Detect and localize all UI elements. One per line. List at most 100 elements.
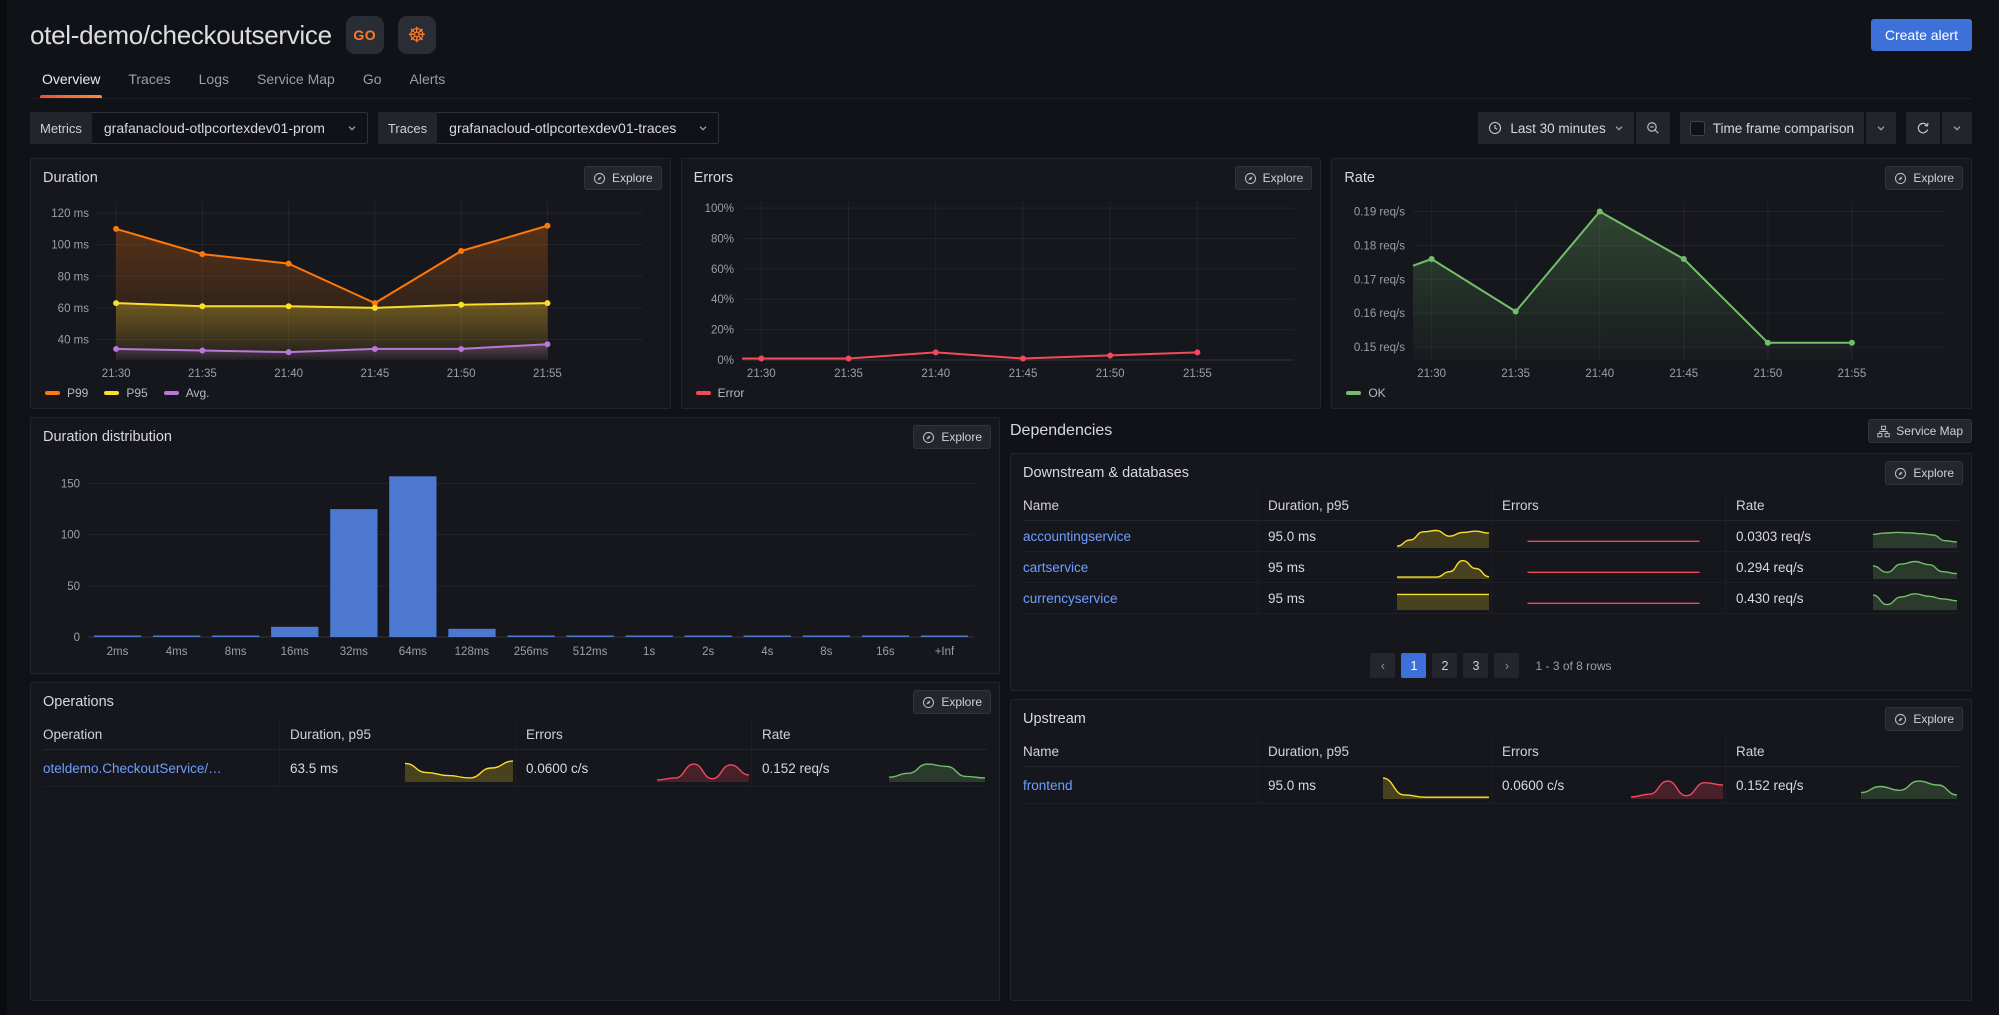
comparison-checkbox[interactable] [1689, 120, 1705, 136]
explore-button[interactable]: Explore [1885, 461, 1963, 485]
explore-button[interactable]: Explore [1885, 707, 1963, 731]
prev-page-button[interactable]: ‹ [1370, 653, 1396, 678]
duration-sparkline [1397, 593, 1489, 610]
page-3-button[interactable]: 3 [1463, 653, 1489, 678]
operation-link[interactable]: oteldemo.CheckoutService/… [43, 761, 222, 776]
svg-text:21:55: 21:55 [1183, 368, 1212, 380]
traces-label: Traces [377, 112, 438, 144]
section-title: Dependencies [1010, 422, 1113, 439]
errors-panel: Errors Explore 21:30 21:35 21:40 21:45 21:50… [680, 158, 1322, 409]
svg-text:40%: 40% [711, 294, 734, 306]
next-page-button[interactable]: › [1494, 653, 1520, 678]
column-header: Errors [1491, 737, 1725, 767]
table-row: oteldemo.CheckoutService/… [43, 750, 279, 787]
explore-button[interactable]: Explore [1885, 166, 1963, 190]
duration-value: 95 ms [1268, 590, 1305, 606]
tab-go[interactable]: Go [351, 62, 394, 98]
svg-text:21:30: 21:30 [747, 368, 776, 380]
time-range-picker[interactable]: Last 30 minutes [1478, 112, 1634, 144]
column-header: Name [1023, 491, 1257, 521]
rate-chart: 21:30 21:35 21:40 21:45 21:50 21:55 0.15 req/s… [1354, 202, 1945, 380]
service-link[interactable]: frontend [1023, 778, 1073, 793]
duration-value: 95 ms [1268, 559, 1305, 575]
zoom-out-button[interactable] [1635, 112, 1670, 144]
tab-logs[interactable]: Logs [187, 62, 241, 98]
svg-text:21:40: 21:40 [1585, 368, 1614, 380]
explore-button[interactable]: Explore [913, 425, 991, 449]
column-header: Operation [43, 720, 279, 750]
rate-sparkline [1872, 531, 1958, 548]
downstream-panel: Downstream & databases Explore Name Dura… [1010, 453, 1972, 691]
svg-text:0.16 req/s: 0.16 req/s [1354, 308, 1405, 320]
errors-value: 0.0600 c/s [1502, 777, 1565, 793]
service-link[interactable]: cartservice [1023, 560, 1088, 575]
svg-text:80 ms: 80 ms [58, 271, 90, 283]
bottom-row: Duration distribution Explore 0 50 100 150 2… [30, 417, 1972, 1001]
tab-alerts[interactable]: Alerts [398, 62, 458, 98]
column-header: Rate [751, 720, 987, 750]
metrics-datasource-picker[interactable]: Metrics grafanacloud-otlpcortexdev01-pro… [30, 112, 368, 144]
explore-button[interactable]: Explore [1234, 166, 1313, 190]
legend-item-p99[interactable]: P99 [45, 386, 88, 400]
create-alert-button[interactable]: Create alert [1870, 19, 1972, 51]
column-header: Errors [515, 720, 751, 750]
rate-value: 0.0303 req/s [1736, 528, 1812, 544]
page-2-button[interactable]: 2 [1432, 653, 1458, 678]
svg-text:4s: 4s [761, 646, 773, 658]
rate-value: 0.294 req/s [1736, 559, 1804, 575]
legend-item-error[interactable]: Error [695, 386, 744, 400]
svg-text:120 ms: 120 ms [52, 208, 90, 220]
tab-overview[interactable]: Overview [30, 62, 112, 98]
header: otel-demo/checkoutservice GO ☸ Create al… [30, 0, 1972, 54]
tab-traces[interactable]: Traces [116, 62, 182, 98]
page-1-button[interactable]: 1 [1401, 653, 1427, 678]
legend-item-avg[interactable]: Avg. [163, 386, 210, 400]
panel-title: Downstream & databases [1023, 465, 1190, 481]
svg-text:21:55: 21:55 [533, 368, 562, 380]
errors-sparkline [1527, 602, 1700, 604]
tab-service-map[interactable]: Service Map [245, 62, 347, 98]
panel-title: Upstream [1023, 711, 1086, 727]
legend-item-ok[interactable]: OK [1346, 386, 1386, 400]
svg-text:21:35: 21:35 [834, 368, 863, 380]
comparison-options-button[interactable] [1866, 112, 1896, 144]
svg-text:1s: 1s [643, 646, 655, 658]
page-title: otel-demo/checkoutservice [30, 19, 332, 50]
panel-title: Rate [1344, 170, 1375, 186]
svg-text:21:45: 21:45 [1669, 368, 1698, 380]
clock-icon [1488, 121, 1502, 135]
service-link[interactable]: accountingservice [1023, 529, 1131, 544]
svg-text:21:50: 21:50 [1753, 368, 1782, 380]
svg-text:21:40: 21:40 [275, 368, 304, 380]
duration-sparkline [404, 760, 514, 782]
chevron-down-icon [1876, 123, 1886, 133]
duration-panel: Duration Explore 21:30 21:35 21:40 21:45 21:… [30, 158, 671, 409]
svg-text:100: 100 [61, 530, 80, 542]
duration-sparkline [1382, 777, 1489, 799]
service-link[interactable]: currencyservice [1023, 591, 1118, 606]
time-range-value: Last 30 minutes [1510, 120, 1606, 136]
svg-text:0.19 req/s: 0.19 req/s [1354, 206, 1405, 218]
zoom-out-icon [1646, 121, 1660, 135]
duration-sparkline [1396, 529, 1490, 548]
refresh-button[interactable] [1906, 112, 1940, 144]
column-header: Errors [1491, 491, 1725, 521]
table-row: frontend [1023, 767, 1257, 804]
legend-item-p95[interactable]: P95 [104, 386, 148, 400]
svg-text:21:50: 21:50 [447, 368, 476, 380]
svg-text:21:40: 21:40 [921, 368, 950, 380]
time-frame-comparison-toggle[interactable]: Time frame comparison [1679, 112, 1864, 144]
service-map-button[interactable]: Service Map [1868, 419, 1972, 443]
explore-button[interactable]: Explore [583, 166, 662, 190]
errors-value: 0.0600 c/s [526, 760, 589, 776]
explore-button[interactable]: Explore [913, 690, 991, 714]
duration-value: 95.0 ms [1268, 777, 1317, 793]
svg-text:21:30: 21:30 [1417, 368, 1446, 380]
svg-text:150: 150 [61, 478, 80, 490]
column-header: Duration, p95 [1257, 737, 1491, 767]
refresh-interval-button[interactable] [1942, 112, 1972, 144]
traces-datasource-picker[interactable]: Traces grafanacloud-otlpcortexdev01-trac… [377, 112, 720, 144]
svg-text:0.18 req/s: 0.18 req/s [1354, 240, 1405, 252]
chevron-down-icon [1614, 123, 1624, 133]
metrics-value: grafanacloud-otlpcortexdev01-prom [103, 120, 325, 136]
